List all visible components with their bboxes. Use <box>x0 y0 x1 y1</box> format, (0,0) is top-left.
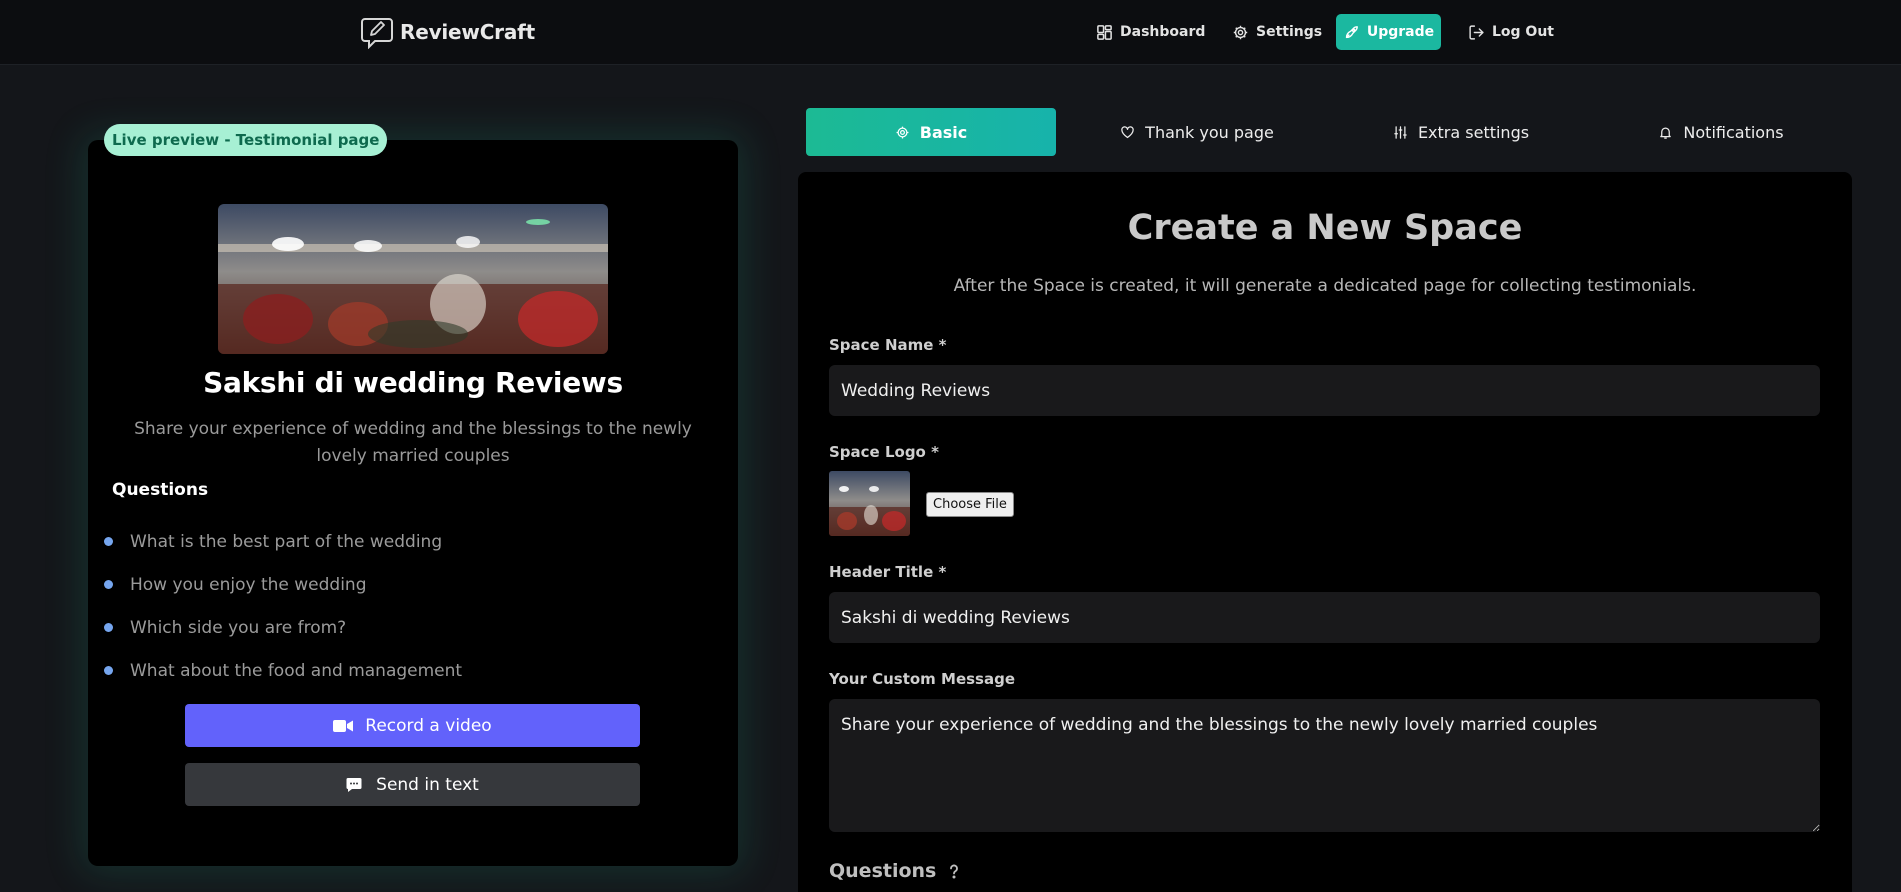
preview-custom-message: Share your experience of wedding and the… <box>134 419 692 466</box>
space-name-label: Space Name * <box>829 336 947 354</box>
rocket-icon <box>1345 25 1358 38</box>
form-subtitle: After the Space is created, it will gene… <box>953 276 1697 296</box>
tab-basic[interactable]: Basic <box>806 108 1056 156</box>
preview-questions-heading: Questions <box>112 480 209 500</box>
custom-message-label: Your Custom Message <box>829 670 1016 688</box>
form-title: Create a New Space <box>1127 208 1523 248</box>
questions-label: Questions <box>829 860 937 882</box>
preview-question-item: What about the food and management <box>104 649 704 692</box>
live-preview-badge: Live preview - Testimonial page <box>104 124 388 156</box>
review-bubble-logo-icon <box>361 18 393 49</box>
header-title-label: Header Title * <box>829 563 947 581</box>
upgrade-button[interactable]: Upgrade <box>1336 14 1441 50</box>
dashboard-icon <box>1097 24 1112 40</box>
upgrade-label: Upgrade <box>1366 24 1435 40</box>
header-title-input[interactable] <box>829 592 1820 643</box>
preview-header-title: Sakshi di wedding Reviews <box>203 366 623 399</box>
gear-icon <box>896 126 909 138</box>
custom-message-textarea[interactable]: Share your experience of wedding and the… <box>829 699 1820 832</box>
bell-icon <box>1660 127 1672 139</box>
bullet-dot-icon <box>104 623 113 632</box>
send-text-button[interactable]: Send in text <box>185 763 640 806</box>
record-video-label: Record a video <box>365 715 492 736</box>
nav-logout[interactable]: Log Out <box>1468 14 1554 50</box>
nav-settings-label: Settings <box>1256 24 1323 40</box>
bullet-dot-icon <box>104 580 113 589</box>
tab-basic-label: Basic <box>919 122 968 142</box>
preview-question-item: Which side you are from? <box>104 606 704 649</box>
sliders-icon <box>1394 125 1407 139</box>
preview-question-item: How you enjoy the wedding <box>104 563 704 606</box>
space-name-input[interactable] <box>829 365 1820 416</box>
tab-extra-settings[interactable]: Extra settings <box>1336 108 1586 156</box>
logout-icon <box>1469 24 1484 40</box>
tab-extra-settings-label: Extra settings <box>1417 122 1530 142</box>
chat-bubble-icon <box>346 777 362 792</box>
questions-section-header: Questions <box>829 860 962 882</box>
tab-notifications-label: Notifications <box>1683 122 1784 142</box>
tab-notifications[interactable]: Notifications <box>1596 108 1846 156</box>
preview-question-text: What about the food and management <box>130 660 463 681</box>
space-logo-label: Space Logo * <box>829 443 939 461</box>
bullet-dot-icon <box>104 666 113 675</box>
nav-logout-label: Log Out <box>1492 24 1554 40</box>
preview-question-text: How you enjoy the wedding <box>130 574 367 595</box>
nav-settings[interactable]: Settings <box>1232 14 1322 50</box>
bullet-dot-icon <box>104 537 113 546</box>
brand-logo-link[interactable]: ReviewCraft <box>360 15 535 49</box>
preview-question-item: What is the best part of the wedding <box>104 520 704 563</box>
preview-question-list: What is the best part of the wedding How… <box>104 520 704 692</box>
tab-thank-you-page[interactable]: Thank you page <box>1072 108 1322 156</box>
nav-dashboard[interactable]: Dashboard <box>1096 14 1205 50</box>
heart-icon <box>1121 125 1134 138</box>
tab-thank-you-label: Thank you page <box>1145 122 1274 142</box>
gear-icon <box>1233 25 1248 39</box>
space-logo-thumbnail <box>829 471 910 536</box>
video-camera-icon <box>333 719 354 732</box>
nav-dashboard-label: Dashboard <box>1120 24 1206 40</box>
question-mark-icon[interactable] <box>946 863 962 879</box>
choose-file-button[interactable]: Choose File <box>926 492 1014 517</box>
brand-name: ReviewCraft <box>400 20 535 44</box>
preview-question-text: What is the best part of the wedding <box>130 531 443 552</box>
top-navbar: ReviewCraft Dashboard Settings Upgrade L… <box>0 0 1901 65</box>
send-text-label: Send in text <box>376 774 479 795</box>
preview-question-text: Which side you are from? <box>130 617 347 638</box>
space-logo-preview-image <box>218 204 608 354</box>
record-video-button[interactable]: Record a video <box>185 704 640 747</box>
